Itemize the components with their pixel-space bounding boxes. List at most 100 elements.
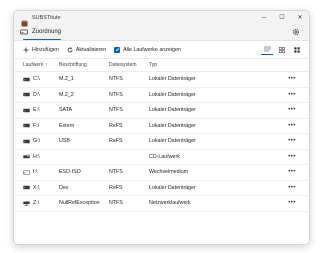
show-all-drives-checkbox[interactable]: Alle Laufwerke anzeigen [114, 46, 181, 53]
list-view-icon[interactable] [261, 44, 273, 55]
more-options-icon[interactable]: ••• [288, 76, 296, 82]
checkmark-icon [114, 46, 121, 53]
drive-letter: G:\ [33, 138, 41, 145]
more-options-icon[interactable]: ••• [288, 123, 296, 129]
row-actions-cell: ••• [279, 102, 309, 119]
app-logo-icon [21, 14, 28, 27]
row-actions-cell: ••• [279, 133, 309, 150]
row-actions-cell: ••• [279, 164, 309, 181]
drive-icon [23, 185, 30, 190]
more-options-icon[interactable]: ••• [288, 185, 296, 191]
label-cell: USB [59, 133, 109, 150]
table-row[interactable]: F:\ Extern ReFS Lokaler Datenträger ••• [14, 118, 309, 134]
drive-cell: X:\ [14, 180, 59, 196]
row-actions-cell: ••• [279, 87, 309, 103]
drive-letter: F:\ [33, 122, 40, 129]
drive-letter: I:\ [33, 169, 38, 176]
close-button[interactable]: ✕ [291, 11, 309, 24]
more-options-icon[interactable]: ••• [288, 169, 296, 175]
filesystem-cell: NTFS [109, 87, 149, 103]
more-options-icon[interactable]: ••• [288, 107, 296, 113]
column-header-drive[interactable]: Laufwerk ↑ [14, 59, 59, 72]
filesystem-cell: NTFS [109, 71, 149, 88]
column-header-actions [279, 59, 309, 72]
drive-letter: D:\ [33, 91, 40, 98]
filesystem-cell: NTFS [109, 164, 149, 181]
label-cell: NullRefException [59, 195, 109, 212]
plus-icon [23, 47, 29, 53]
label-cell: Extern [59, 118, 109, 134]
drive-icon [23, 139, 30, 144]
cd-drive-icon [23, 154, 30, 159]
drive-icon [23, 123, 30, 128]
tab-zuordnung[interactable]: Zuordnung [20, 24, 62, 40]
table-row[interactable]: C:\ M.2_1 NTFS Lokaler Datenträger ••• [14, 71, 309, 88]
app-window: SUBSTitute ─ ☐ ✕ Zuordnung Hinzufügen Ak… [13, 10, 310, 245]
table-row[interactable]: E:\ SATA NTFS Lokaler Datenträger ••• [14, 102, 309, 119]
column-header-type[interactable]: Typ [149, 59, 279, 72]
drive-letter: Z:\ [33, 200, 40, 207]
type-cell: CD-Laufwerk [149, 149, 279, 165]
table-row[interactable]: Z:\ NullRefException NTFS Netzwerklaufwerk •… [14, 195, 309, 212]
drive-cell: I:\ [14, 164, 59, 181]
type-cell: Lokaler Datenträger [149, 71, 279, 88]
drives-table: Laufwerk ↑ Beschriftung Dateisystem Typ C… [14, 59, 309, 212]
tile-view-icon[interactable] [291, 45, 303, 55]
label-cell: Dev [59, 180, 109, 196]
table-row[interactable]: X:\ Dev ReFS Lokaler Datenträger ••• [14, 180, 309, 196]
table-row[interactable]: I:\ ESD-ISO NTFS Wechselmedium ••• [14, 164, 309, 181]
table-row[interactable]: H:\ CD-Laufwerk ••• [14, 149, 309, 165]
filesystem-cell: ReFS [109, 118, 149, 134]
drive-letter: E:\ [33, 107, 40, 114]
row-actions-cell: ••• [279, 180, 309, 196]
table-row[interactable]: D:\ M.2_2 NTFS Lokaler Datenträger ••• [14, 87, 309, 103]
filesystem-cell [109, 149, 149, 165]
row-actions-cell: ••• [279, 118, 309, 134]
type-cell: Lokaler Datenträger [149, 133, 279, 150]
window-title: SUBSTitute [32, 14, 61, 21]
filesystem-cell: ReFS [109, 133, 149, 150]
drive-cell: C:\ [14, 71, 59, 88]
refresh-button[interactable]: Aktualisieren [67, 47, 106, 53]
more-options-icon[interactable]: ••• [288, 154, 296, 160]
table-row[interactable]: G:\ USB ReFS Lokaler Datenträger ••• [14, 133, 309, 150]
type-cell: Wechselmedium [149, 164, 279, 181]
drive-letter: C:\ [33, 76, 40, 83]
title-bar[interactable]: SUBSTitute ─ ☐ ✕ [14, 11, 309, 27]
drive-icon [23, 92, 30, 97]
column-header-filesystem[interactable]: Dateisystem [109, 59, 149, 72]
tab-bar: Zuordnung [14, 24, 309, 40]
drive-letter: X:\ [33, 184, 40, 191]
type-cell: Lokaler Datenträger [149, 180, 279, 196]
label-cell [59, 149, 109, 165]
drive-cell: H:\ [14, 149, 59, 165]
column-header-label[interactable]: Beschriftung [59, 59, 109, 72]
more-options-icon[interactable]: ••• [288, 92, 296, 98]
label-cell: SATA [59, 102, 109, 119]
drive-letter: H:\ [33, 153, 40, 160]
drive-cell: E:\ [14, 102, 59, 119]
add-button[interactable]: Hinzufügen [23, 47, 59, 53]
settings-gear-icon[interactable] [291, 27, 300, 36]
maximize-button[interactable]: ☐ [273, 11, 291, 24]
grid-view-icon[interactable] [276, 45, 288, 55]
show-all-drives-label: Alle Laufwerke anzeigen [123, 46, 181, 53]
view-switcher [258, 44, 303, 55]
row-actions-cell: ••• [279, 149, 309, 165]
table-header-row: Laufwerk ↑ Beschriftung Dateisystem Typ [14, 59, 309, 72]
removable-drive-icon [23, 170, 30, 175]
drive-cell: D:\ [14, 87, 59, 103]
type-cell: Lokaler Datenträger [149, 118, 279, 134]
type-cell: Lokaler Datenträger [149, 102, 279, 119]
minimize-button[interactable]: ─ [255, 11, 273, 24]
row-actions-cell: ••• [279, 71, 309, 88]
add-button-label: Hinzufügen [32, 46, 59, 53]
drive-icon [23, 108, 30, 113]
row-actions-cell: ••• [279, 195, 309, 212]
toolbar: Hinzufügen Aktualisieren Alle Laufwerke … [14, 41, 309, 59]
refresh-button-label: Aktualisieren [75, 46, 107, 53]
filesystem-cell: ReFS [109, 180, 149, 196]
more-options-icon[interactable]: ••• [288, 138, 296, 144]
sort-ascending-icon: ↑ [45, 62, 48, 68]
more-options-icon[interactable]: ••• [288, 200, 296, 206]
